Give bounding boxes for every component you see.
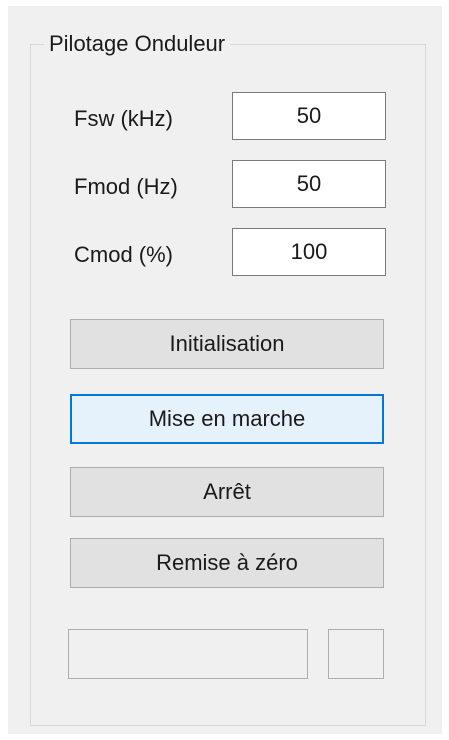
groupbox-title: Pilotage Onduleur xyxy=(44,30,231,58)
reset-button[interactable]: Remise à zéro xyxy=(70,538,384,588)
pilotage-groupbox xyxy=(30,44,426,726)
fmod-label: Fmod (Hz) xyxy=(74,174,178,199)
status-display xyxy=(68,629,308,679)
fsw-input[interactable] xyxy=(232,92,386,140)
initialisation-button[interactable]: Initialisation xyxy=(70,319,384,369)
cmod-label: Cmod (%) xyxy=(74,242,174,267)
cmod-input[interactable] xyxy=(232,228,386,276)
start-button[interactable]: Mise en marche xyxy=(70,394,384,444)
stop-button[interactable]: Arrêt xyxy=(70,467,384,517)
status-indicator xyxy=(328,629,384,679)
fsw-label: Fsw (kHz) xyxy=(74,106,173,131)
fmod-input[interactable] xyxy=(232,160,386,208)
